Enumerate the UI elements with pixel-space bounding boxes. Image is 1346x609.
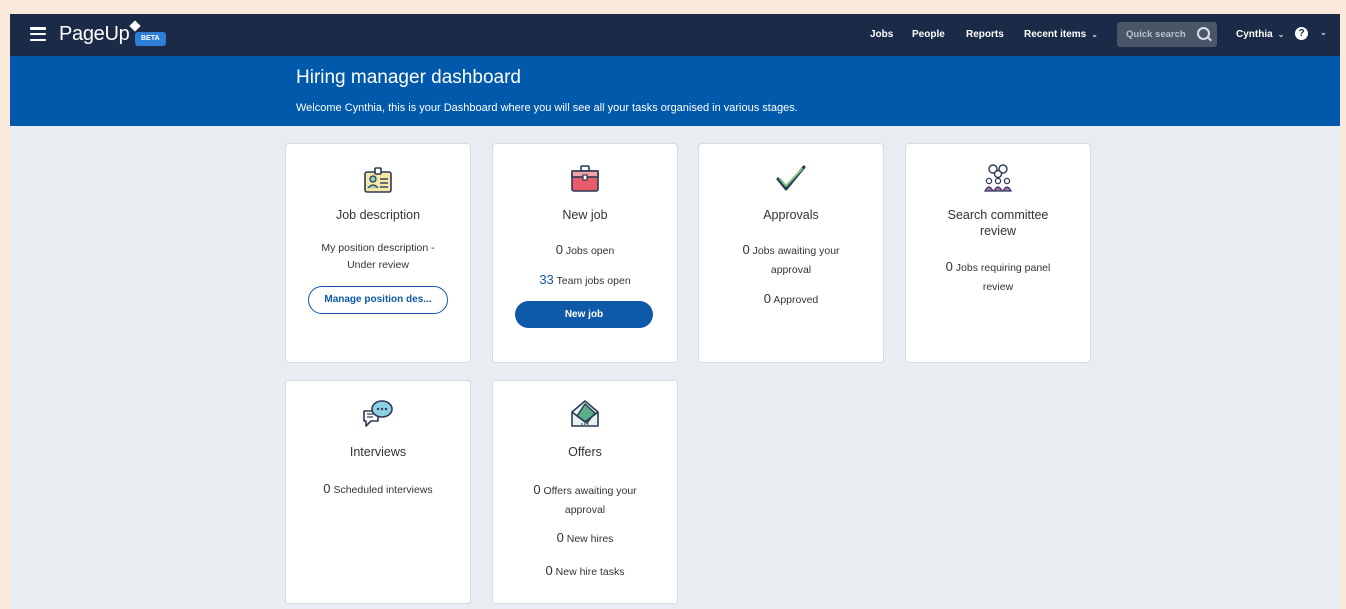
offers-awaiting-label: Offers awaiting your approval xyxy=(543,485,637,516)
card-offers[interactable]: Offers 0 Offers awaiting your approval 0… xyxy=(492,380,678,604)
awaiting-approval-label: Jobs awaiting your approval xyxy=(752,245,840,276)
pageup-logo[interactable]: PageUp xyxy=(59,20,142,46)
beta-badge: BETA xyxy=(135,32,166,46)
user-menu[interactable]: Cynthia ⌄ xyxy=(1236,29,1284,40)
card-new-job[interactable]: New job 0 Jobs open 33 Team jobs open Ne… xyxy=(492,143,678,363)
envelope-offer-icon xyxy=(571,400,599,427)
jobs-open-label: Jobs open xyxy=(565,245,615,257)
scheduled-interviews-label: Scheduled interviews xyxy=(333,484,433,496)
offers-awaiting-stat: 0 Offers awaiting your approval xyxy=(521,480,649,520)
card-title: Search committee review xyxy=(947,208,1049,238)
offers-awaiting-count: 0 xyxy=(533,482,541,497)
approved-stat: 0 Approved xyxy=(709,290,873,309)
new-hires-label: New hires xyxy=(566,533,614,545)
quick-search-input[interactable]: Quick search xyxy=(1117,22,1217,47)
top-nav-bar: PageUp BETA Jobs People Reports Recent i… xyxy=(10,14,1340,56)
scheduled-interviews-count: 0 xyxy=(323,481,331,496)
panel-review-count: 0 xyxy=(945,259,953,274)
new-hire-tasks-stat: 0 New hire tasks xyxy=(503,562,667,581)
checkmark-pen-icon xyxy=(776,165,806,191)
card-approvals[interactable]: Approvals 0 Jobs awaiting your approval … xyxy=(698,143,884,363)
card-search-committee-review[interactable]: Search committee review 0 Jobs requiring… xyxy=(905,143,1091,363)
nav-link-reports[interactable]: Reports xyxy=(966,29,1004,40)
card-title: Interviews xyxy=(349,445,407,459)
new-hire-tasks-label: New hire tasks xyxy=(555,566,625,578)
chevron-down-icon: ⌄ xyxy=(1320,28,1327,37)
nav-link-people[interactable]: People xyxy=(912,29,945,40)
card-title: Approvals xyxy=(763,208,819,222)
jobs-open-stat: 0 Jobs open xyxy=(503,241,667,260)
help-menu-chevron[interactable]: ⌄ xyxy=(1315,27,1327,38)
id-badge-icon xyxy=(364,167,392,193)
new-hires-stat: 0 New hires xyxy=(503,529,667,548)
chevron-down-icon: ⌄ xyxy=(1277,30,1285,39)
position-status: My position description - Under review xyxy=(321,242,435,271)
card-title: Job description xyxy=(335,208,421,222)
help-icon[interactable]: ? xyxy=(1295,27,1308,40)
search-icon[interactable] xyxy=(1197,27,1210,40)
team-jobs-label: Team jobs open xyxy=(556,275,631,287)
menu-icon[interactable] xyxy=(30,27,46,42)
new-hires-count: 0 xyxy=(556,530,564,545)
welcome-message: Welcome Cynthia, this is your Dashboard … xyxy=(296,102,798,114)
page-title: Hiring manager dashboard xyxy=(296,67,521,88)
user-name: Cynthia xyxy=(1236,29,1273,40)
awaiting-approval-stat: 0 Jobs awaiting your approval xyxy=(729,240,853,280)
manage-position-description-button[interactable]: Manage position des... xyxy=(308,286,448,314)
scheduled-interviews-stat: 0 Scheduled interviews xyxy=(296,480,460,499)
new-job-button[interactable]: New job xyxy=(515,301,653,328)
approved-label: Approved xyxy=(773,294,819,306)
card-interviews[interactable]: Interviews 0 Scheduled interviews xyxy=(285,380,471,604)
panel-review-label: Jobs requiring panel review xyxy=(955,262,1051,293)
dashboard-banner: Hiring manager dashboard Welcome Cynthia… xyxy=(10,56,1340,126)
card-title: New job xyxy=(562,208,608,222)
nav-recent-items[interactable]: Recent items ⌄ xyxy=(1024,29,1098,40)
team-jobs-stat[interactable]: 33 Team jobs open xyxy=(503,271,667,290)
committee-icon xyxy=(984,164,1012,192)
awaiting-approval-count: 0 xyxy=(742,242,750,257)
briefcase-icon xyxy=(571,165,599,192)
chevron-down-icon: ⌄ xyxy=(1091,30,1098,39)
team-jobs-count[interactable]: 33 xyxy=(539,272,553,287)
app-window: PageUp BETA Jobs People Reports Recent i… xyxy=(10,14,1340,609)
chat-bubbles-icon xyxy=(363,400,393,427)
card-job-description[interactable]: Job description My position description … xyxy=(285,143,471,363)
jobs-open-count: 0 xyxy=(555,242,563,257)
panel-review-stat: 0 Jobs requiring panel review xyxy=(932,257,1064,297)
nav-link-jobs[interactable]: Jobs xyxy=(870,29,893,40)
recent-items-label: Recent items xyxy=(1024,29,1087,40)
card-title: Offers xyxy=(568,445,602,459)
quick-search-placeholder: Quick search xyxy=(1126,29,1186,40)
approved-count: 0 xyxy=(763,291,771,306)
new-hire-tasks-count: 0 xyxy=(545,563,553,578)
